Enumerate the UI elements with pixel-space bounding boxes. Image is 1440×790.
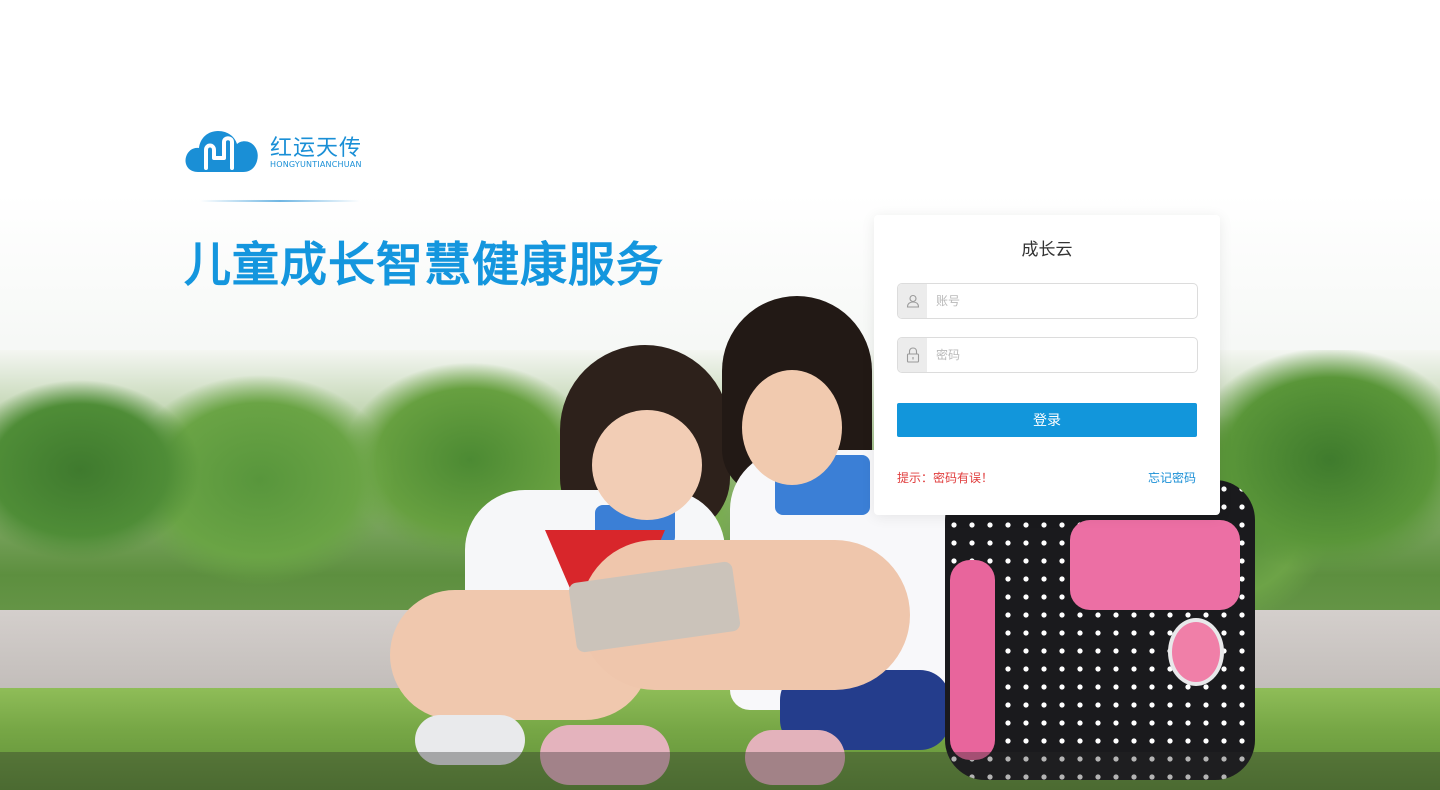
lock-icon (898, 338, 927, 372)
girl-left-face (592, 410, 702, 520)
girl-right-face (742, 370, 842, 485)
brand-logo: 红运天传 HONGYUNTIANCHUAN (184, 126, 374, 176)
login-title: 成长云 (1021, 240, 1073, 260)
account-input[interactable] (927, 284, 1197, 318)
background-photo (0, 0, 1440, 790)
backpack-pocket (1070, 520, 1240, 610)
account-field (897, 283, 1198, 319)
divider (200, 200, 360, 202)
login-button[interactable]: 登录 (897, 403, 1197, 437)
cloud-logo-icon (185, 131, 258, 172)
backpack-badge (1168, 618, 1224, 686)
brand-name: 红运天传 (270, 136, 363, 161)
brand-name-latin: HONGYUNTIANCHUAN (270, 160, 362, 169)
error-hint: 提示：密码有误！ (897, 471, 994, 485)
backpack-strap (950, 560, 995, 760)
password-field (897, 337, 1198, 373)
password-input[interactable] (927, 338, 1197, 372)
forgot-password-link[interactable]: 忘记密码 (1148, 469, 1196, 486)
page-headline: 儿童成长智慧健康服务 (184, 238, 664, 293)
user-icon (898, 284, 927, 318)
bottom-shade (0, 752, 1440, 790)
login-card: 成长云 登录 提示：密码有误！ 忘记密码 (874, 215, 1220, 515)
